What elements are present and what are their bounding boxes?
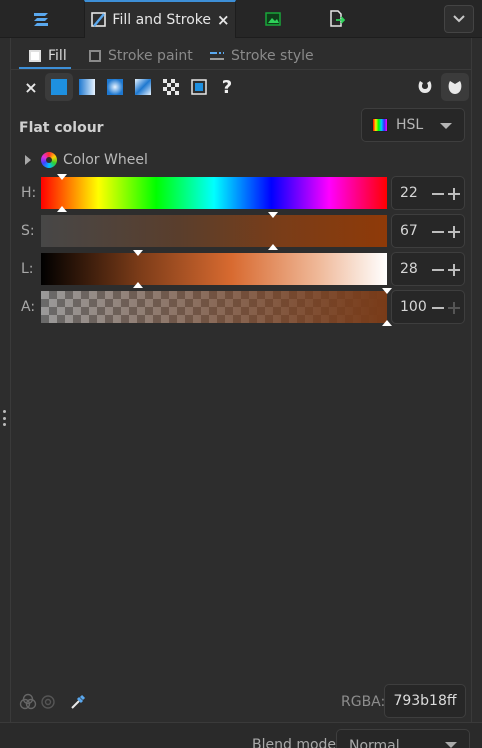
hue-slider[interactable]	[41, 174, 387, 212]
flat-color-button[interactable]	[45, 73, 73, 101]
alpha-spinbox[interactable]: 100	[391, 290, 465, 324]
unset-paint-icon: ?	[221, 76, 233, 98]
color-managed-icon[interactable]	[19, 693, 37, 711]
color-wheel-icon	[41, 152, 57, 168]
lightness-slider[interactable]	[41, 250, 387, 288]
hue-row: H: 22	[11, 174, 471, 212]
mesh-gradient-icon	[135, 79, 151, 95]
fill-icon	[29, 50, 41, 62]
pattern-button[interactable]	[157, 73, 185, 101]
radial-gradient-button[interactable]	[101, 73, 129, 101]
alpha-value: 100	[400, 299, 427, 315]
hue-label: H:	[21, 185, 37, 201]
paint-type-row: × ?	[11, 72, 471, 102]
hue-spinbox[interactable]: 22	[391, 176, 465, 210]
saturation-slider[interactable]	[41, 212, 387, 250]
no-paint-icon: ×	[24, 77, 38, 97]
out-of-gamut-icon[interactable]	[39, 693, 57, 711]
saturation-marker-top	[267, 212, 278, 218]
flat-colour-title: Flat colour	[19, 120, 104, 136]
lightness-marker-bottom	[132, 282, 143, 288]
hue-decrement-button[interactable]	[432, 193, 444, 195]
radial-gradient-icon	[107, 79, 123, 95]
fill-stroke-tab[interactable]: Fill and Stroke ×	[84, 0, 236, 38]
lightness-row: L: 28	[11, 250, 471, 288]
dock-menu-button[interactable]	[444, 5, 474, 33]
saturation-spinbox[interactable]: 67	[391, 214, 465, 248]
color-wheel-expander[interactable]: Color Wheel	[25, 152, 148, 168]
layers-tab[interactable]	[0, 0, 82, 38]
chevron-down-icon	[453, 15, 465, 23]
layers-icon	[34, 13, 48, 26]
swatch-icon	[191, 79, 207, 95]
alpha-decrement-button[interactable]	[432, 307, 444, 309]
fill-rule-nonzero-button[interactable]	[441, 73, 469, 101]
subtabs-divider	[11, 69, 471, 70]
linear-gradient-button[interactable]	[73, 73, 101, 101]
blend-mode-dropdown[interactable]: Normal	[336, 729, 470, 748]
fill-stroke-panel: Fill Stroke paint Stroke style × ? Flat …	[10, 38, 472, 722]
lightness-marker-top	[132, 250, 143, 256]
alpha-label: A:	[21, 299, 36, 315]
color-mode-icon	[372, 118, 388, 132]
expand-arrow-icon	[25, 155, 31, 165]
blend-mode-label: Blend mode:	[252, 737, 341, 748]
chevron-down-icon	[440, 123, 452, 129]
fill-stroke-icon	[91, 12, 107, 27]
close-icon[interactable]: ×	[217, 11, 230, 29]
export-tab[interactable]	[308, 0, 366, 38]
linear-gradient-icon	[79, 79, 95, 95]
rgba-input[interactable]: 793b18ff	[384, 684, 466, 718]
image-tab[interactable]	[238, 0, 308, 38]
color-mode-dropdown[interactable]: HSL	[361, 108, 465, 142]
rgba-value: 793b18ff	[393, 693, 457, 709]
swatch-button[interactable]	[185, 73, 213, 101]
fill-rule-evenodd-icon	[418, 81, 432, 93]
eyedropper-icon[interactable]	[69, 693, 87, 711]
mesh-gradient-button[interactable]	[129, 73, 157, 101]
lightness-value: 28	[400, 261, 418, 277]
fill-stroke-tab-label: Fill and Stroke	[112, 12, 211, 28]
saturation-decrement-button[interactable]	[432, 231, 444, 233]
image-icon	[265, 12, 281, 26]
rgba-label: RGBA:	[341, 694, 386, 710]
unset-paint-button[interactable]: ?	[213, 73, 241, 101]
fill-stroke-subtabs: Fill Stroke paint Stroke style	[11, 42, 471, 70]
dock-tab-bar: Fill and Stroke ×	[0, 0, 482, 38]
fill-rule-nonzero-icon	[448, 81, 462, 94]
color-mode-value: HSL	[396, 117, 424, 133]
saturation-row: S: 67	[11, 212, 471, 250]
color-wheel-label: Color Wheel	[63, 152, 148, 168]
flat-color-icon	[51, 79, 67, 95]
saturation-marker-bottom	[267, 244, 278, 250]
fill-rule-evenodd-button[interactable]	[411, 73, 439, 101]
stroke-paint-icon	[89, 50, 101, 62]
tab-stroke-style[interactable]: Stroke style	[209, 42, 314, 70]
hue-marker-top	[56, 174, 67, 180]
lightness-decrement-button[interactable]	[432, 269, 444, 271]
tab-fill[interactable]: Fill	[29, 42, 67, 70]
color-tools	[19, 692, 87, 712]
pattern-icon	[163, 79, 179, 95]
tab-stroke-style-label: Stroke style	[231, 48, 314, 64]
no-paint-button[interactable]: ×	[17, 73, 45, 101]
export-document-icon	[330, 10, 345, 27]
dock-resize-handle[interactable]	[2, 410, 6, 426]
alpha-row: A: 100	[11, 288, 471, 326]
blend-mode-value: Normal	[349, 738, 400, 748]
saturation-label: S:	[21, 223, 35, 239]
lightness-spinbox[interactable]: 28	[391, 252, 465, 286]
saturation-value: 67	[400, 223, 418, 239]
stroke-style-icon	[210, 52, 224, 60]
tab-stroke-paint[interactable]: Stroke paint	[89, 42, 193, 70]
tab-fill-label: Fill	[48, 48, 67, 64]
alpha-slider[interactable]	[41, 288, 392, 326]
lightness-label: L:	[21, 261, 34, 277]
hue-marker-bottom	[56, 206, 67, 212]
hue-value: 22	[400, 185, 418, 201]
tab-stroke-paint-label: Stroke paint	[108, 48, 193, 64]
blend-mode-bar: Blend mode: Normal	[0, 722, 482, 748]
chevron-down-icon	[445, 742, 457, 748]
